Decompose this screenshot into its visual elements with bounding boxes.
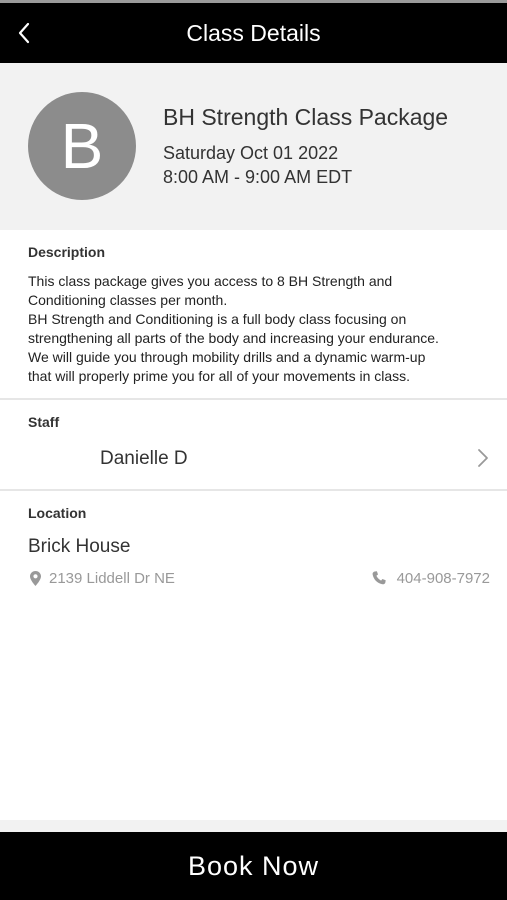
description-line: We will guide you through mobility drill… — [28, 349, 426, 365]
description-line: Conditioning classes per month. — [28, 292, 228, 308]
book-now-button[interactable]: Book Now — [0, 832, 507, 900]
phone-text: 404-908-7972 — [396, 569, 490, 587]
description-label: Description — [28, 244, 106, 260]
location-name: Brick House — [28, 536, 131, 557]
description-line: BH Strength and Conditioning is a full b… — [28, 311, 407, 327]
location-label: Location — [28, 505, 87, 521]
address-link[interactable]: 2139 Liddell Dr NE — [30, 568, 175, 588]
map-pin-icon — [30, 570, 41, 586]
staff-label: Staff — [28, 414, 60, 430]
phone-link[interactable]: 404-908-7972 — [372, 568, 490, 588]
app-header: Class Details — [0, 3, 507, 63]
chevron-right-icon — [478, 449, 488, 467]
divider — [0, 398, 507, 400]
avatar: B — [28, 92, 136, 200]
phone-icon — [372, 571, 386, 585]
description-line: that will properly prime you for all of … — [28, 368, 411, 384]
staff-row[interactable]: Danielle D — [0, 436, 507, 484]
divider — [0, 489, 507, 491]
description-line: strengthening all parts of the body and … — [28, 330, 439, 346]
staff-name: Danielle D — [100, 448, 188, 469]
address-text: 2139 Liddell Dr NE — [49, 569, 175, 587]
description-text: This class package gives you access to 8… — [28, 272, 488, 386]
class-summary: B BH Strength Class Package Saturday Oct… — [0, 63, 507, 230]
footer-spacer — [0, 820, 507, 832]
page-title: Class Details — [186, 20, 321, 46]
class-date: Saturday Oct 01 2022 — [163, 143, 339, 163]
class-time: 8:00 AM - 9:00 AM EDT — [163, 167, 353, 187]
class-name: BH Strength Class Package — [163, 104, 449, 130]
description-line: This class package gives you access to 8… — [28, 273, 393, 289]
